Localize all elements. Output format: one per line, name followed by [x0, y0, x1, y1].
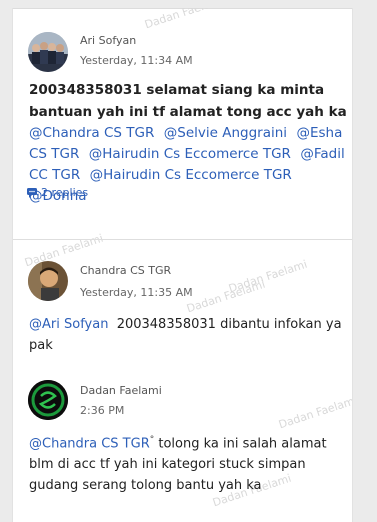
message-text: @Ari Sofyan 200348358031 dibantu infokan…: [29, 314, 347, 356]
chat-bubble-icon: [27, 187, 37, 198]
logo-avatar-icon: [28, 380, 68, 420]
post-author[interactable]: Ari Sofyan: [80, 34, 136, 47]
post-divider: [13, 239, 352, 240]
chat-thread-panel: Dadan Faelami Dadan Faelami Dadan Faelam…: [12, 8, 353, 522]
group-photo-icon: [28, 32, 68, 72]
post-timestamp: Yesterday, 11:35 AM: [80, 286, 193, 299]
avatar[interactable]: [28, 32, 68, 72]
message-text: @Chandra CS TGR° tolong ka ini salah ala…: [29, 430, 347, 496]
post-author[interactable]: Dadan Faelami: [80, 384, 162, 397]
mention-link[interactable]: @Hairudin Cs Eccomerce TGR: [90, 167, 292, 183]
watermark: Dadan Faelami: [184, 277, 267, 316]
replies-count: 2 replies: [41, 186, 89, 199]
top-divider: [13, 8, 352, 9]
post-timestamp: Yesterday, 11:34 AM: [80, 54, 193, 67]
mention-link[interactable]: @Chandra CS TGR: [29, 125, 154, 141]
mention-link[interactable]: @Ari Sofyan: [29, 317, 108, 332]
avatar[interactable]: [28, 380, 68, 420]
message-body: 200348358031 selamat siang ka minta bant…: [29, 82, 347, 120]
watermark: Dadan Faelami: [276, 393, 353, 432]
mention-link[interactable]: @Selvie Anggraini: [164, 125, 287, 141]
post-author[interactable]: Chandra CS TGR: [80, 264, 171, 277]
mention-link[interactable]: @Chandra CS TGR: [29, 436, 150, 451]
replies-button[interactable]: 2 replies: [27, 186, 88, 199]
watermark: Dadan Faelami: [142, 8, 225, 32]
mention-link[interactable]: @Hairudin Cs Eccomerce TGR: [89, 146, 291, 162]
user-photo-icon: [28, 261, 68, 301]
watermark: Dadan Faelami: [226, 257, 309, 296]
degree-mark: °: [149, 435, 155, 445]
avatar[interactable]: [28, 261, 68, 301]
post-timestamp: 2:36 PM: [80, 404, 125, 417]
